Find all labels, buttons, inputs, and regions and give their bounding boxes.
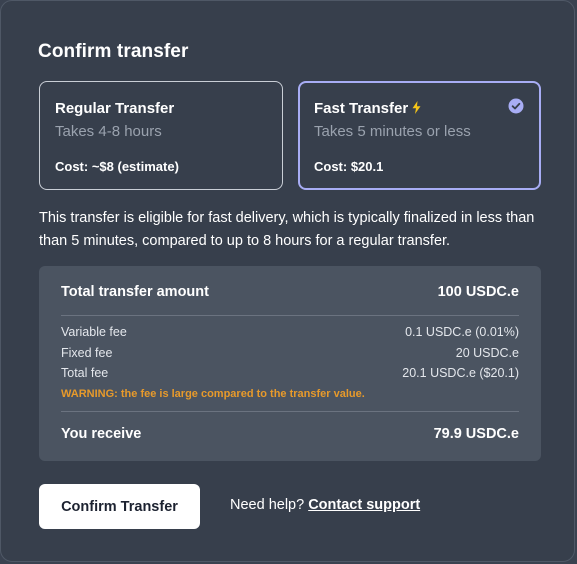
dialog-title: Confirm transfer xyxy=(38,41,189,62)
you-receive-row: You receive 79.9 USDC.e xyxy=(61,426,519,442)
fast-transfer-cost: Cost: $20.1 xyxy=(314,159,384,174)
fixed-fee-row: Fixed fee 20 USDC.e xyxy=(61,346,519,360)
regular-transfer-cost: Cost: ~$8 (estimate) xyxy=(55,159,179,174)
you-receive-label: You receive xyxy=(61,426,142,442)
fast-transfer-time: Takes 5 minutes or less xyxy=(314,123,471,140)
eligibility-description: This transfer is eligible for fast deliv… xyxy=(39,210,535,249)
fast-transfer-option[interactable]: Fast Transfer Takes 5 minutes or less Co… xyxy=(298,81,541,190)
variable-fee-row: Variable fee 0.1 USDC.e (0.01%) xyxy=(61,325,519,339)
help-section: Need help? Contact support xyxy=(230,497,420,513)
lightning-bolt-icon xyxy=(412,101,421,118)
fast-transfer-name: Fast Transfer xyxy=(314,100,409,117)
total-transfer-row: Total transfer amount 100 USDC.e xyxy=(61,284,519,300)
fixed-fee-label: Fixed fee xyxy=(61,346,113,360)
variable-fee-value: 0.1 USDC.e (0.01%) xyxy=(405,325,519,339)
total-transfer-value: 100 USDC.e xyxy=(437,284,519,300)
total-fee-value: 20.1 USDC.e ($20.1) xyxy=(402,366,519,380)
summary-divider xyxy=(61,315,519,316)
total-fee-label: Total fee xyxy=(61,366,109,380)
regular-transfer-name: Regular Transfer xyxy=(55,100,175,117)
variable-fee-label: Variable fee xyxy=(61,325,127,339)
confirm-transfer-button[interactable]: Confirm Transfer xyxy=(39,484,200,529)
regular-transfer-option[interactable]: Regular Transfer Takes 4-8 hours Cost: ~… xyxy=(39,81,283,190)
summary-divider xyxy=(61,411,519,412)
help-text: Need help? xyxy=(230,497,305,513)
you-receive-value: 79.9 USDC.e xyxy=(433,426,519,442)
transfer-summary-panel: Total transfer amount 100 USDC.e Variabl… xyxy=(39,266,541,461)
fast-transfer-title: Fast Transfer xyxy=(314,100,421,118)
regular-transfer-time: Takes 4-8 hours xyxy=(55,123,162,140)
confirm-transfer-dialog: Confirm transfer Regular Transfer Takes … xyxy=(0,0,575,562)
fee-warning: WARNING: the fee is large compared to th… xyxy=(61,388,365,400)
total-transfer-label: Total transfer amount xyxy=(61,284,209,300)
total-fee-row: Total fee 20.1 USDC.e ($20.1) xyxy=(61,366,519,380)
contact-support-link[interactable]: Contact support xyxy=(308,497,420,513)
fixed-fee-value: 20 USDC.e xyxy=(455,346,519,360)
selected-check-icon xyxy=(508,98,524,114)
